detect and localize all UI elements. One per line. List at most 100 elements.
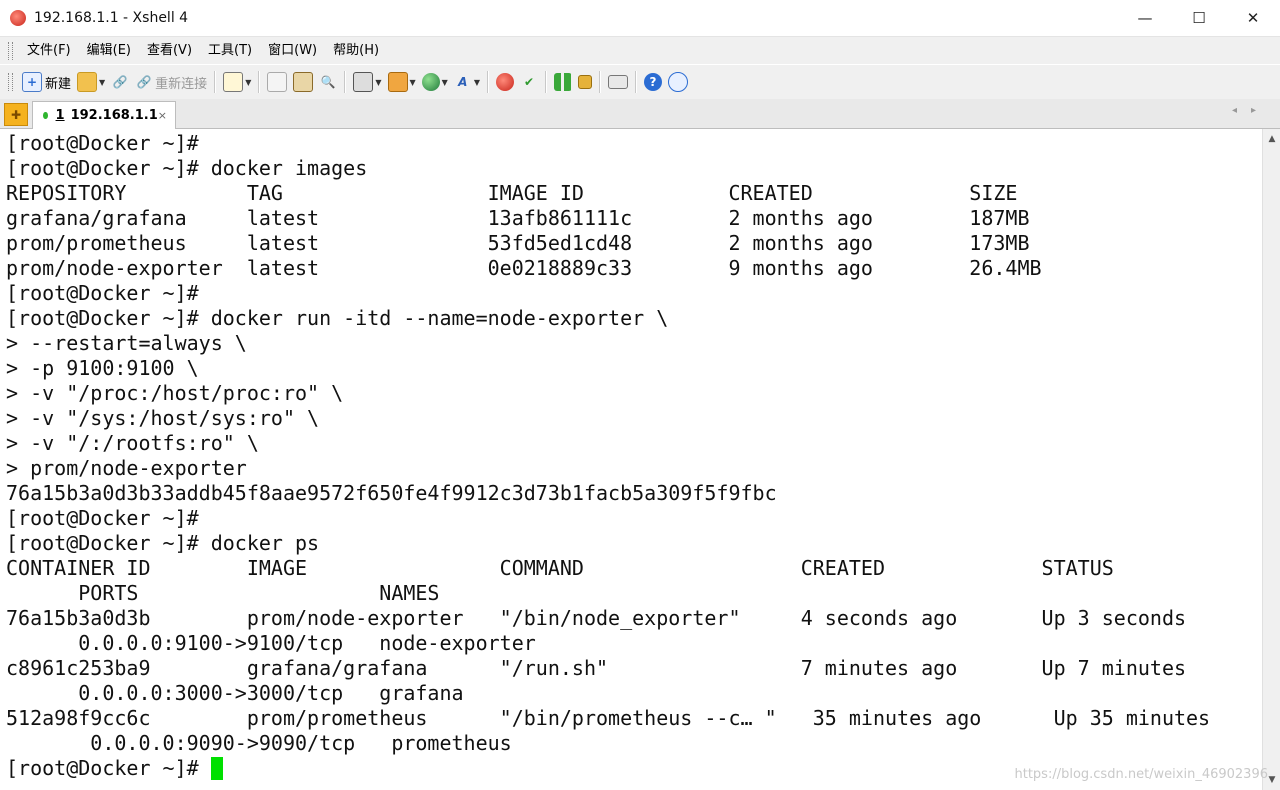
menu-view[interactable]: 查看(V) xyxy=(139,37,200,65)
connected-status-icon xyxy=(43,112,48,119)
terminal-line: prom/node-exporter latest 0e0218889c33 9… xyxy=(6,256,1042,280)
lock-icon xyxy=(577,75,592,89)
keyboard-button[interactable] xyxy=(605,69,631,95)
plus-icon: ✚ xyxy=(10,107,22,122)
copy-button[interactable] xyxy=(264,69,290,95)
menu-help[interactable]: 帮助(H) xyxy=(325,37,387,65)
terminal-output[interactable]: [root@Docker ~]# [root@Docker ~]# docker… xyxy=(0,129,1262,790)
tab-number: 1 xyxy=(55,108,65,123)
xftp-button[interactable] xyxy=(493,69,517,95)
layout-button[interactable] xyxy=(551,69,575,95)
window-titlebar: 192.168.1.1 - Xshell 4 — ☐ ✕ xyxy=(0,0,1280,36)
terminal-line: c8961c253ba9 grafana/grafana "/run.sh" 7… xyxy=(6,656,1187,680)
terminal-prompt-line: [root@Docker ~]# xyxy=(6,756,223,781)
terminal-line: [root@Docker ~]# docker images xyxy=(6,156,368,180)
terminal-line: 0.0.0.0:9090->9090/tcp prometheus xyxy=(6,731,512,755)
chevron-down-icon: ▼ xyxy=(473,77,480,87)
chevron-down-icon: ▼ xyxy=(99,77,106,87)
window-controls: — ☐ ✕ xyxy=(1118,0,1280,36)
tab-close-icon[interactable]: × xyxy=(158,109,167,122)
menu-window[interactable]: 窗口(W) xyxy=(260,37,325,65)
tab-session-1[interactable]: 1 192.168.1.1 × xyxy=(32,101,176,129)
menu-bar: 文件(F) 编辑(E) 查看(V) 工具(T) 窗口(W) 帮助(H) xyxy=(0,36,1280,65)
keyboard-icon xyxy=(607,75,628,89)
xshell-logo-icon xyxy=(10,10,26,26)
window-title: 192.168.1.1 - Xshell 4 xyxy=(34,10,189,26)
help-icon: ? xyxy=(643,73,662,91)
terminal-line: [root@Docker ~]# xyxy=(6,131,199,155)
chat-button[interactable] xyxy=(665,69,691,95)
close-button[interactable]: ✕ xyxy=(1226,0,1280,36)
menu-file[interactable]: 文件(F) xyxy=(19,37,79,65)
terminal-line: 0.0.0.0:9100->9100/tcp node-exporter xyxy=(6,631,536,655)
help-button[interactable]: ? xyxy=(641,69,665,95)
xmanager-button[interactable]: ✔ xyxy=(517,69,541,95)
menubar-grip[interactable] xyxy=(8,42,13,60)
menu-tools[interactable]: 工具(T) xyxy=(200,37,260,65)
chevron-down-icon: ▼ xyxy=(245,77,252,87)
toolbar-separator xyxy=(598,71,601,93)
grid-icon xyxy=(553,73,572,91)
toolbar-separator xyxy=(486,71,489,93)
connect-button[interactable]: 🔗 xyxy=(108,69,132,95)
session-tab-bar: ✚ 1 192.168.1.1 × ◂▸ xyxy=(0,99,1280,129)
open-folder-button[interactable]: ▼ xyxy=(74,69,108,95)
toolbar-separator xyxy=(544,71,547,93)
tab-scroll-arrows-icon[interactable]: ◂▸ xyxy=(1232,105,1270,116)
font-icon: A xyxy=(458,75,468,89)
link-icon: 🔗 xyxy=(112,75,128,89)
chevron-down-icon: ▼ xyxy=(409,77,416,87)
terminal-line: [root@Docker ~]# xyxy=(6,281,199,305)
tab-label: 192.168.1.1 xyxy=(70,108,158,123)
toolbar-separator xyxy=(214,71,217,93)
xmanager-icon: ✔ xyxy=(523,75,534,89)
terminal-scrollbar[interactable]: ▲ ▼ xyxy=(1262,129,1280,790)
new-session-label: 新建 xyxy=(45,76,72,92)
terminal-prompt: [root@Docker ~]# xyxy=(6,756,211,780)
find-button[interactable]: 🔍 xyxy=(316,69,340,95)
transfer-icon xyxy=(387,72,408,92)
chevron-down-icon: ▼ xyxy=(375,77,382,87)
minimize-button[interactable]: — xyxy=(1118,0,1172,36)
terminal-cursor xyxy=(210,757,223,780)
menu-edit[interactable]: 编辑(E) xyxy=(79,37,139,65)
terminal-line: 76a15b3a0d3b prom/node-exporter "/bin/no… xyxy=(6,606,1187,630)
toolbar-grip[interactable] xyxy=(8,73,13,91)
terminal-line: 76a15b3a0d3b33addb45f8aae9572f650fe4f991… xyxy=(6,481,777,505)
search-icon: 🔍 xyxy=(320,75,336,89)
add-session-tab-button[interactable]: ✚ xyxy=(4,103,28,126)
maximize-button[interactable]: ☐ xyxy=(1172,0,1226,36)
new-session-icon: + xyxy=(22,72,42,92)
xftp-icon xyxy=(495,73,514,91)
printer-icon xyxy=(353,72,374,92)
terminal-line: > -v "/sys:/host/sys:ro" \ xyxy=(6,406,320,430)
toolbar-separator xyxy=(344,71,347,93)
font-button[interactable]: A ▼ xyxy=(451,69,483,95)
terminal-line: grafana/grafana latest 13afb861111c 2 mo… xyxy=(6,206,1030,230)
terminal-line: > --restart=always \ xyxy=(6,331,247,355)
terminal-line: > -v "/proc:/host/proc:ro" \ xyxy=(6,381,344,405)
properties-icon xyxy=(223,72,244,92)
toolbar-separator xyxy=(634,71,637,93)
toolbar-separator xyxy=(258,71,261,93)
properties-button[interactable]: ▼ xyxy=(220,69,254,95)
lock-button[interactable] xyxy=(575,69,595,95)
speech-bubble-icon xyxy=(667,72,688,92)
terminal-line: REPOSITORY TAG IMAGE ID CREATED SIZE xyxy=(6,181,1018,205)
toolbar: + 新建 ▼ 🔗 🔗 重新连接 ▼ 🔍 ▼ ▼ ▼ A ▼ ✔ ? xyxy=(0,64,1280,100)
watermark-text: https://blog.csdn.net/weixin_46902396 xyxy=(1014,767,1268,782)
print-button[interactable]: ▼ xyxy=(350,69,384,95)
paste-button[interactable] xyxy=(290,69,316,95)
transfer-button[interactable]: ▼ xyxy=(385,69,419,95)
terminal-line: 0.0.0.0:3000->3000/tcp grafana xyxy=(6,681,464,705)
paste-icon xyxy=(293,72,314,92)
reconnect-icon: 🔗 xyxy=(136,75,152,89)
reconnect-button[interactable]: 🔗 重新连接 xyxy=(132,69,210,95)
terminal-line: > -p 9100:9100 \ xyxy=(6,356,199,380)
chevron-down-icon: ▼ xyxy=(441,77,448,87)
new-session-button[interactable]: + 新建 xyxy=(19,69,74,95)
globe-button[interactable]: ▼ xyxy=(419,69,451,95)
scroll-up-arrow-icon[interactable]: ▲ xyxy=(1263,131,1280,147)
terminal-line: [root@Docker ~]# docker run -itd --name=… xyxy=(6,306,669,330)
terminal-line: > prom/node-exporter xyxy=(6,456,247,480)
